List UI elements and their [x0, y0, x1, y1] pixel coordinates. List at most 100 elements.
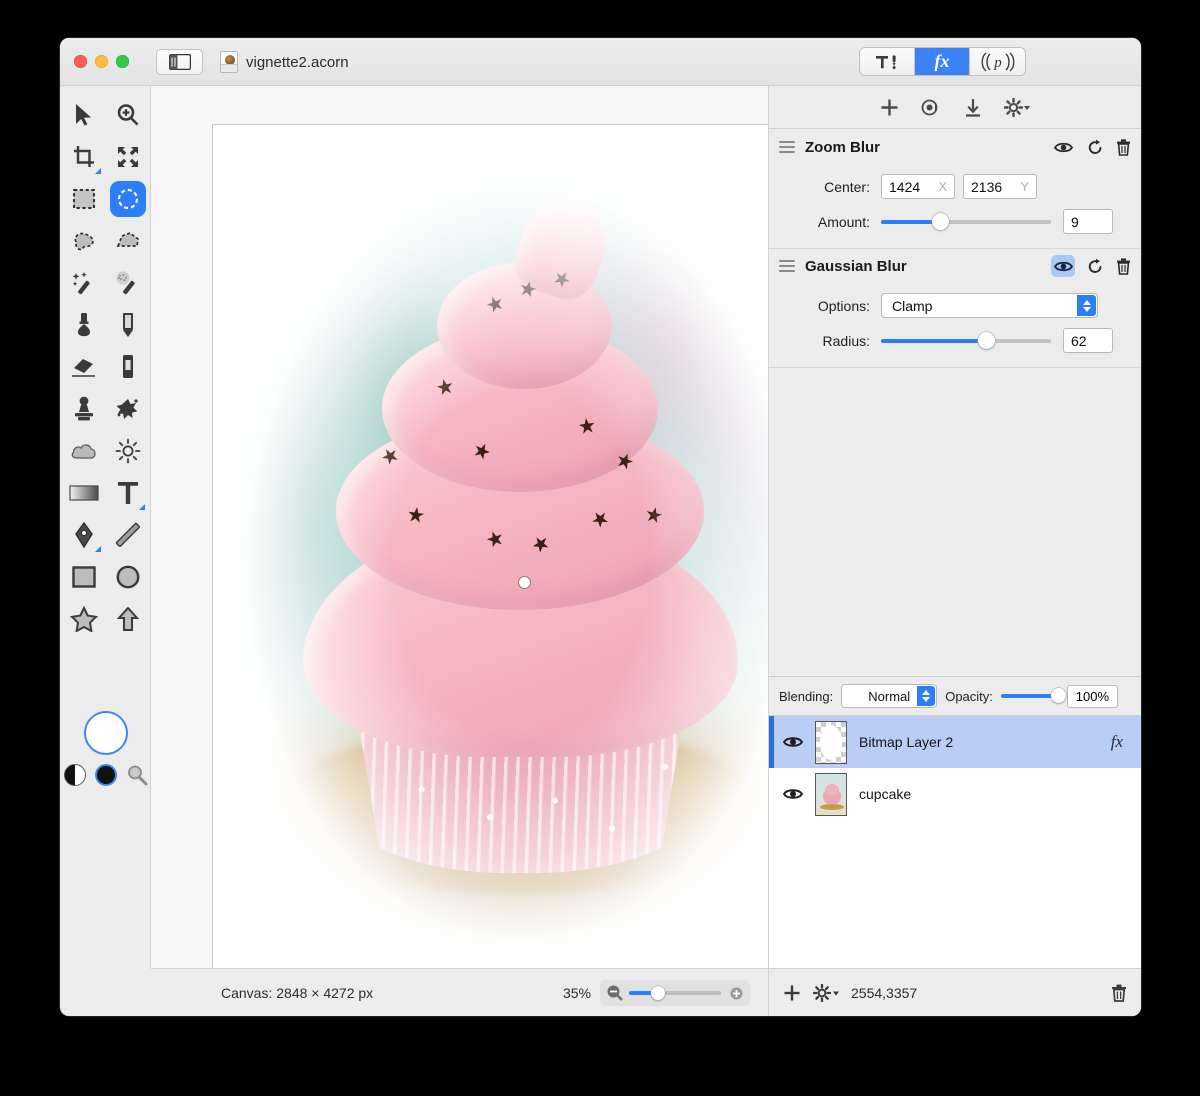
zoom-slider[interactable] — [600, 979, 750, 1006]
reset-arrow-icon — [1088, 139, 1102, 154]
reset-arrow-icon — [1088, 258, 1102, 273]
filter-reset-button[interactable] — [1087, 258, 1104, 275]
filter-list: Zoom Blur Center: 1424 X 2136 Y Amount: … — [769, 130, 1141, 676]
layer-row-cupcake[interactable]: cupcake — [769, 768, 1141, 820]
magnifier-plus-icon — [117, 104, 139, 126]
ellipse-tool[interactable] — [106, 556, 150, 598]
layer-row-bitmap-layer-2[interactable]: Bitmap Layer 2 fx — [769, 716, 1141, 768]
filter-visibility-toggle[interactable] — [1051, 255, 1075, 277]
zoom-slider-track[interactable] — [629, 985, 721, 1000]
background-color-swatch[interactable] — [94, 764, 117, 786]
stepper-arrows-icon[interactable] — [1077, 295, 1096, 316]
zoom-blur-center-handle[interactable] — [519, 577, 530, 588]
magic-wand-icon — [72, 272, 90, 295]
blending-mode-value: Normal — [868, 688, 911, 704]
filter-title: Gaussian Blur — [805, 257, 907, 275]
drag-handle-icon[interactable] — [779, 260, 795, 272]
smudge-tool[interactable] — [106, 388, 150, 430]
zoom-out-icon[interactable] — [606, 984, 623, 1001]
gaussian-blur-radius-slider[interactable] — [881, 331, 1051, 349]
zoom-button[interactable] — [116, 55, 129, 68]
lasso-icon — [74, 232, 94, 251]
star-tool[interactable] — [62, 598, 106, 640]
default-colors-icon[interactable] — [63, 764, 86, 786]
clone-stamp-tool[interactable] — [62, 388, 106, 430]
tab-filters-inspector[interactable]: fx — [915, 48, 970, 75]
eraser-tool[interactable] — [62, 346, 106, 388]
canvas-size-label: Canvas: 2848 × 4272 px — [221, 984, 374, 1001]
gaussian-blur-options-select[interactable]: Clamp — [881, 293, 1098, 318]
opacity-slider[interactable] — [1000, 688, 1066, 703]
magic-wand-tool[interactable] — [62, 262, 106, 304]
sidebar-toggle-button[interactable] — [156, 49, 203, 75]
blur-tool[interactable] — [62, 430, 106, 472]
crop-icon — [74, 146, 94, 167]
zoom-blur-amount-slider[interactable] — [881, 212, 1051, 230]
elliptical-select-tool[interactable] — [106, 178, 150, 220]
layer-visibility-toggle[interactable] — [783, 787, 803, 801]
pencil-tool[interactable] — [106, 304, 150, 346]
delete-layer-button[interactable] — [1111, 984, 1127, 1002]
zoom-blur-amount-field[interactable]: 9 — [1063, 209, 1113, 234]
gaussian-blur-radius-field[interactable]: 62 — [1063, 328, 1113, 353]
color-picker-loupe-icon[interactable] — [126, 764, 148, 786]
cupcake-photo — [213, 125, 828, 970]
lasso-select-tool[interactable] — [62, 220, 106, 262]
trash-icon — [1117, 138, 1130, 156]
stepper-arrows-icon[interactable] — [917, 686, 936, 706]
instant-alpha-tool[interactable] — [106, 262, 150, 304]
brush-tool[interactable] — [106, 346, 150, 388]
opacity-value-field[interactable]: 100% — [1066, 684, 1118, 708]
zoom-slider-knob[interactable] — [651, 985, 666, 1000]
line-tool[interactable] — [106, 514, 150, 556]
blending-mode-select[interactable]: Normal — [841, 684, 938, 708]
filter-param-center: Center: 1424 X 2136 Y — [769, 174, 1141, 199]
drag-handle-icon[interactable] — [779, 141, 795, 153]
filter-visibility-toggle[interactable] — [1051, 136, 1075, 158]
rectangular-select-tool[interactable] — [62, 178, 106, 220]
rectangle-tool[interactable] — [62, 556, 106, 598]
filter-settings-button[interactable] — [1004, 97, 1030, 117]
polygon-select-tool[interactable] — [106, 220, 150, 262]
text-tool[interactable] — [106, 472, 150, 514]
image-canvas[interactable] — [212, 124, 829, 971]
minimize-button[interactable] — [95, 55, 108, 68]
slider-knob[interactable] — [1050, 688, 1066, 703]
svg-text:p: p — [993, 55, 1002, 71]
move-tool[interactable] — [62, 94, 106, 136]
filter-delete-button[interactable] — [1116, 257, 1131, 275]
gear-icon — [1004, 97, 1030, 117]
layer-fx-indicator[interactable]: fx — [1111, 732, 1123, 752]
layer-visibility-toggle[interactable] — [783, 735, 803, 749]
transform-tool[interactable] — [106, 136, 150, 178]
zoom-in-icon[interactable] — [727, 984, 744, 1001]
add-filter-button[interactable] — [880, 98, 899, 117]
crop-tool[interactable] — [62, 136, 106, 178]
slider-knob[interactable] — [977, 331, 995, 349]
pencil-icon — [123, 313, 133, 337]
filter-param-amount: Amount: 9 — [769, 209, 1141, 234]
zoom-blur-center-x-field[interactable]: 1424 X — [881, 174, 955, 199]
bezier-pen-tool[interactable] — [62, 514, 106, 556]
add-layer-button[interactable] — [783, 984, 801, 1002]
dodge-tool[interactable] — [106, 430, 150, 472]
filter-reset-button[interactable] — [1087, 139, 1104, 156]
titlebar: vignette2.acorn fx p — [60, 38, 1141, 86]
filter-delete-button[interactable] — [1116, 138, 1131, 156]
tab-palettes-inspector[interactable]: p — [970, 48, 1025, 75]
layer-settings-button[interactable] — [813, 983, 839, 1002]
preview-mask-button[interactable] — [921, 99, 942, 116]
gradient-tool[interactable] — [62, 472, 106, 514]
foreground-color-swatch[interactable] — [83, 711, 128, 755]
zoom-tool[interactable] — [106, 94, 150, 136]
close-button[interactable] — [74, 55, 87, 68]
tab-tools-inspector[interactable] — [860, 48, 915, 75]
zoom-blur-center-y-field[interactable]: 2136 Y — [963, 174, 1037, 199]
paint-bucket-tool[interactable] — [62, 304, 106, 346]
inspector-segmented-control[interactable]: fx p — [859, 47, 1026, 76]
download-filter-button[interactable] — [964, 98, 982, 117]
opacity-label: Opacity: — [945, 688, 993, 704]
arrow-tool[interactable] — [106, 598, 150, 640]
rectangle-icon — [72, 566, 96, 588]
slider-knob[interactable] — [932, 212, 949, 230]
